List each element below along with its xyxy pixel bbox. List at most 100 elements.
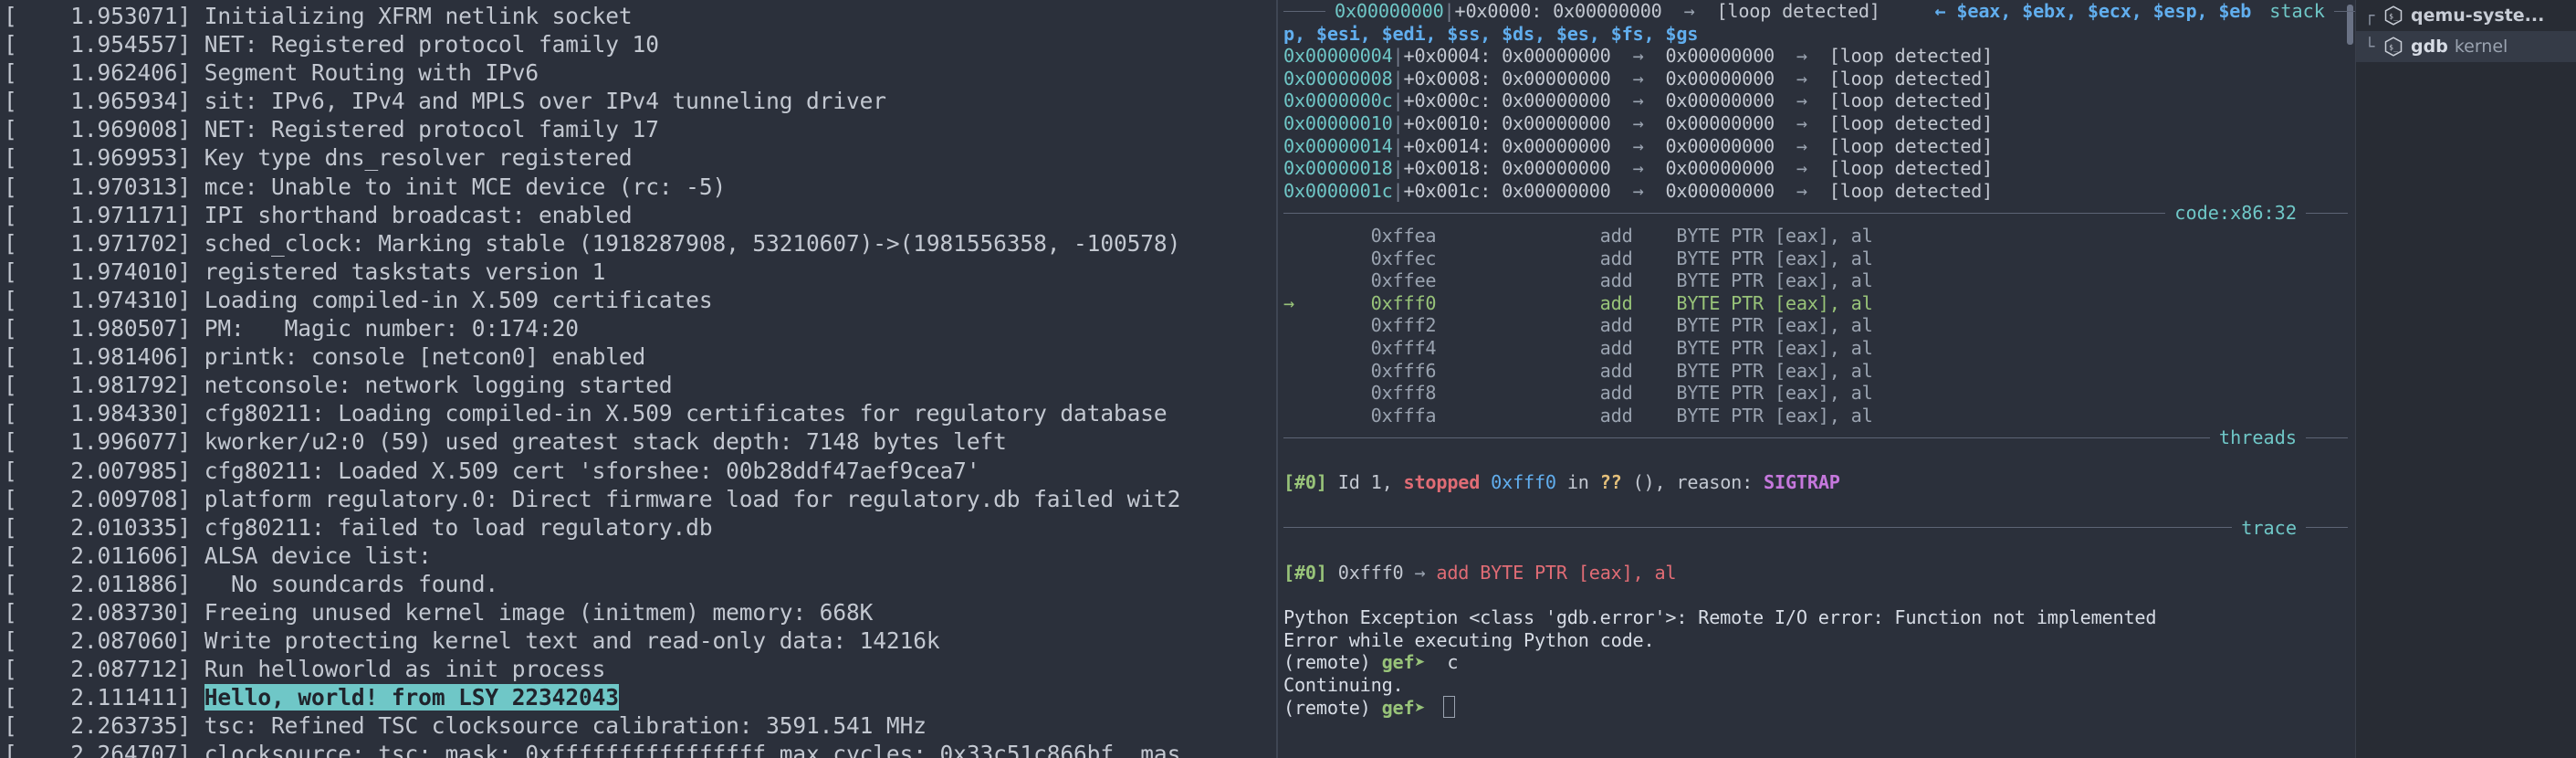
- spacer-trace: [1283, 494, 2355, 517]
- console-line: [ 2.011886] No soundcards found.: [4, 570, 499, 597]
- current-instruction-arrow-icon: [1283, 382, 1371, 404]
- trace-address: 0xfff0: [1337, 561, 1415, 584]
- terminal-icon: $_: [2382, 5, 2404, 26]
- trace-index-tag: [#0]: [1283, 561, 1338, 584]
- console-log-lines: [ 1.953071] Initializing XFRM netlink so…: [4, 2, 1276, 758]
- code-row: 0xfff4 add BYTE PTR [eax], al: [1283, 337, 2355, 360]
- prompt-remote-label: (remote): [1283, 697, 1382, 720]
- code-operands: BYTE PTR [eax], al: [1654, 336, 1873, 359]
- stack-sep: |: [1392, 45, 1404, 68]
- code-row-current: → 0xfff0 add BYTE PTR [eax], al: [1283, 292, 2355, 315]
- stack-row: 0x00000010|+0x0010: 0x00000000 → 0x00000…: [1283, 112, 2355, 135]
- code-row: 0xfff6 add BYTE PTR [eax], al: [1283, 360, 2355, 383]
- section-label-threads: threads: [2218, 426, 2297, 449]
- thread-signal: SIGTRAP: [1764, 471, 1840, 494]
- current-instruction-arrow-icon: [1283, 337, 1371, 359]
- arrow-icon: →: [1632, 89, 1666, 112]
- gdb-continuing-line: Continuing.: [1283, 674, 2355, 697]
- sidebar-tab-gdb[interactable]: └ $_ gdb kernel: [2356, 31, 2576, 62]
- thread-address: 0xfff0: [1491, 471, 1567, 494]
- thread-in-label: in: [1566, 471, 1600, 494]
- sidebar-tab-qemu-syste-[interactable]: ┌ $_ qemu-syste...: [2356, 0, 2576, 31]
- gdb-output-text: Error while executing Python code.: [1283, 628, 1655, 651]
- rule-right: [2306, 437, 2348, 439]
- stack-target: 0x00000000: [1665, 67, 1796, 89]
- stack-addr: 0x00000004: [1283, 45, 1393, 68]
- stack-target-2: [loop detected]: [1828, 179, 1994, 202]
- svg-text:$_: $_: [2389, 44, 2398, 52]
- registers-hint-wrap-line: p, $esi, $edi, $ss, $ds, $es, $fs, $gs: [1283, 23, 2355, 46]
- stack-offset-value: +0x000c: 0x00000000: [1403, 89, 1633, 112]
- stack-target-2: [loop detected]: [1828, 157, 1994, 180]
- terminal-sidebar[interactable]: ┌ $_ qemu-syste... └ $_ gdb kernel: [2355, 0, 2576, 758]
- code-mnemonic: add: [1458, 291, 1655, 314]
- console-line: [ 2.264707] clocksource: tsc: mask: 0xff…: [4, 741, 1181, 758]
- stack-addr: 0x0000000c: [1283, 89, 1393, 112]
- current-instruction-arrow-icon: [1283, 269, 1371, 291]
- qemu-serial-console-pane[interactable]: [ 1.953071] Initializing XFRM netlink so…: [0, 0, 1276, 758]
- console-line: [ 1.953071] Initializing XFRM netlink so…: [4, 3, 633, 29]
- console-line: [ 1.996077] kworker/u2:0 (59) used great…: [4, 428, 1007, 456]
- registers-hint: ← $eax, $ebx, $ecx, $esp, $eb: [1934, 0, 2252, 22]
- svg-text:$_: $_: [2389, 13, 2398, 21]
- arrow-icon: →: [1414, 561, 1437, 584]
- code-mnemonic: add: [1458, 269, 1655, 292]
- arrow-icon: →: [1632, 179, 1666, 202]
- current-instruction-arrow-icon: [1283, 405, 1371, 426]
- arrow-icon: →: [1632, 67, 1666, 89]
- stack-row: 0x0000000c|+0x000c: 0x00000000 → 0x00000…: [1283, 89, 2355, 112]
- console-line: [ 1.969953] Key type dns_resolver regist…: [4, 144, 633, 172]
- stack-row: 0x0000001c|+0x001c: 0x00000000 → 0x00000…: [1283, 180, 2355, 203]
- arrow-icon: →: [1632, 111, 1666, 134]
- arrow-icon: →: [1796, 157, 1829, 180]
- code-address: 0xffee: [1370, 269, 1459, 292]
- stack-offset-value: +0x0014: 0x00000000: [1403, 134, 1633, 157]
- hello-world-highlight: Hello, world! from LSY 22342043: [204, 684, 619, 711]
- stack-target: 0x00000000: [1665, 179, 1796, 202]
- rule-right: [2306, 527, 2348, 529]
- code-address: 0xfffa: [1370, 404, 1459, 426]
- thread-row: [#0] Id 1, stopped 0xfff0 in ?? (), reas…: [1283, 471, 2355, 494]
- stack-row: 0x00000014|+0x0014: 0x00000000 → 0x00000…: [1283, 135, 2355, 158]
- gdb-body: p, $esi, $edi, $ss, $ds, $es, $fs, $gs 0x…: [1283, 23, 2355, 719]
- stack-addr: 0x0000001c: [1283, 179, 1393, 202]
- arrow-icon: →: [1632, 45, 1666, 68]
- current-instruction-arrow-icon: [1283, 314, 1371, 336]
- stack-target: 0x00000000: [1665, 157, 1796, 180]
- gdb-block-cursor[interactable]: [1443, 696, 1456, 719]
- console-line: [ 1.971171] IPI shorthand broadcast: ena…: [4, 201, 633, 228]
- spacer-trace-2: [1283, 539, 2355, 562]
- code-address: 0xfff8: [1370, 382, 1459, 405]
- stack-row-0-inline: 0x00000000|+0x0000: 0x00000000 → [loop d…: [1335, 0, 2251, 23]
- stack-addr: 0x00000008: [1283, 67, 1393, 89]
- stack-offset-value: +0x0018: 0x00000000: [1403, 157, 1633, 180]
- stack-target-2: [loop detected]: [1828, 111, 1994, 134]
- rule-right: [2306, 213, 2348, 215]
- code-address: 0xffea: [1370, 224, 1459, 247]
- section-header-stack: 0x00000000|+0x0000: 0x00000000 → [loop d…: [1283, 0, 2355, 23]
- stack-offset-value: +0x0008: 0x00000000: [1403, 67, 1633, 89]
- prompt-remote-label: (remote): [1283, 651, 1382, 674]
- stack-addr: 0x00000018: [1283, 157, 1393, 180]
- thread-function: ??: [1599, 471, 1633, 494]
- gdb-prompt-line: (remote) gef➤ c: [1283, 651, 2355, 674]
- registers-hint-wrap: p, $esi, $edi, $ss, $ds, $es, $fs, $gs: [1283, 22, 1699, 45]
- tree-branch-icon: ┌: [2364, 5, 2375, 26]
- current-instruction-arrow-icon: [1283, 225, 1371, 247]
- arrow-icon: →: [1796, 134, 1829, 157]
- stack-target: 0x00000000: [1665, 134, 1796, 157]
- prompt-gef-label: gef➤: [1381, 697, 1437, 720]
- code-operands: BYTE PTR [eax], al: [1654, 247, 1873, 269]
- stack-row: 0x00000004|+0x0004: 0x00000000 → 0x00000…: [1283, 45, 2355, 68]
- console-line: [ 1.969008] NET: Registered protocol fam…: [4, 116, 659, 143]
- section-label-stack: stack: [2269, 0, 2325, 22]
- console-line: [ 2.009708] platform regulatory.0: Direc…: [4, 485, 1181, 512]
- arrow-icon: →: [1796, 67, 1829, 89]
- rule-left: [1283, 10, 1325, 12]
- stack-target-2: [loop detected]: [1828, 45, 1994, 68]
- code-mnemonic: add: [1458, 404, 1655, 426]
- section-header-threads: threads: [1283, 426, 2355, 449]
- gdb-output-line: Error while executing Python code.: [1283, 629, 2355, 652]
- stack-sep: |: [1392, 67, 1404, 89]
- gdb-gef-pane[interactable]: 0x00000000|+0x0000: 0x00000000 → [loop d…: [1278, 0, 2355, 758]
